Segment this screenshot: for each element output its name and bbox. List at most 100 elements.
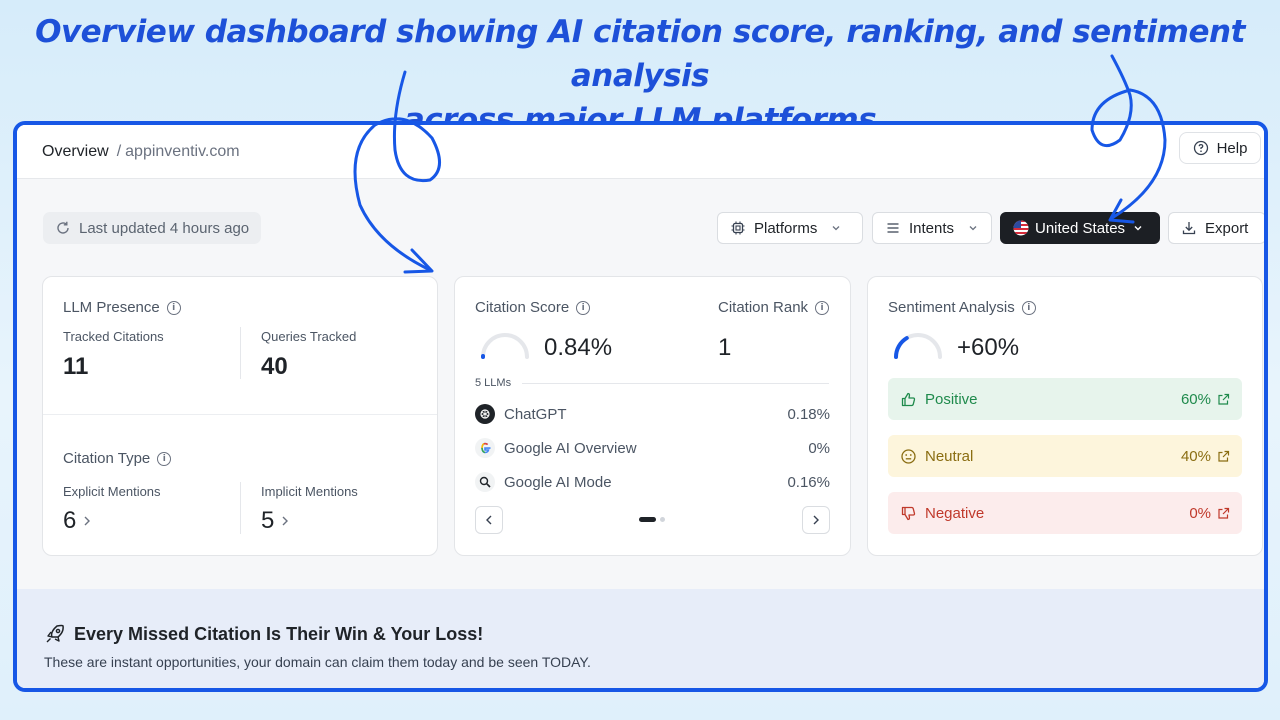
- sentiment-percent-text: 60%: [1180, 390, 1211, 408]
- chevron-right-icon: [84, 516, 91, 526]
- platform-value: 0.18%: [787, 405, 830, 423]
- citation-rank-title-text: Citation Rank: [718, 299, 809, 316]
- platform-value: 0%: [808, 439, 830, 457]
- intents-label: Intents: [909, 219, 955, 237]
- llm-count: 5 LLMs: [475, 377, 512, 389]
- thumbs-down-icon: [901, 506, 916, 520]
- info-icon[interactable]: i: [1021, 300, 1036, 315]
- platforms-label: Platforms: [754, 219, 818, 237]
- download-icon: [1182, 222, 1196, 235]
- external-link-icon[interactable]: [1217, 393, 1230, 406]
- export-label: Export: [1205, 219, 1249, 237]
- external-link-icon[interactable]: [1217, 450, 1230, 463]
- help-label: Help: [1216, 139, 1248, 157]
- breadcrumb-separator: /: [116, 142, 122, 160]
- citation-score-value: 0.84%: [544, 334, 613, 361]
- pagination-dot-active[interactable]: [639, 517, 656, 522]
- sentiment-percent: 60%: [1181, 391, 1230, 408]
- sentiment-title-text: Sentiment Analysis: [888, 299, 1015, 316]
- sentiment-row-neutral[interactable]: Neutral 40%: [888, 435, 1242, 477]
- divider: [522, 383, 829, 384]
- sentiment-percent: 40%: [1181, 448, 1230, 465]
- sentiment-row-negative[interactable]: Negative 0%: [888, 492, 1242, 534]
- google-icon: [475, 438, 495, 458]
- citation-score-gauge: [480, 333, 529, 359]
- explicit-mentions-link[interactable]: 6: [63, 507, 92, 535]
- list-icon: [887, 223, 899, 233]
- help-button[interactable]: Help: [1179, 132, 1261, 164]
- implicit-mentions-label: Implicit Mentions: [261, 484, 358, 499]
- divider: [240, 327, 241, 379]
- chatgpt-icon: [475, 404, 495, 424]
- sentiment-percent-text: 0%: [1189, 504, 1211, 522]
- country-dropdown[interactable]: United States: [1000, 212, 1160, 244]
- neutral-face-icon: [901, 448, 916, 464]
- explicit-mentions-label: Explicit Mentions: [63, 484, 161, 499]
- llm-presence-title: LLM Presence i: [63, 299, 181, 316]
- platform-row-google-ai-mode[interactable]: Google AI Mode 0.16%: [475, 470, 830, 494]
- platform-row-google-ai-overview[interactable]: Google AI Overview 0%: [475, 436, 830, 460]
- citation-type-title: Citation Type i: [63, 450, 172, 467]
- sentiment-label: Negative: [925, 504, 985, 522]
- breadcrumb-overview[interactable]: Overview: [42, 143, 109, 161]
- chevron-down-icon: [1134, 226, 1142, 231]
- last-updated-text: Last updated 4 hours ago: [79, 219, 250, 237]
- implicit-mentions-link[interactable]: 5: [261, 507, 290, 535]
- platform-name: Google AI Mode: [504, 473, 612, 491]
- banner-title: Every Missed Citation Is Their Win & You…: [44, 623, 483, 645]
- external-link-icon[interactable]: [1217, 507, 1230, 520]
- rocket-icon: [46, 624, 64, 643]
- divider: [43, 414, 437, 415]
- export-button[interactable]: Export: [1168, 212, 1264, 244]
- tracked-citations-value: 11: [63, 353, 89, 380]
- chevron-down-icon: [832, 226, 840, 231]
- prev-page-button[interactable]: [475, 506, 503, 534]
- chevron-down-icon: [969, 226, 977, 231]
- platform-name: Google AI Overview: [504, 439, 637, 457]
- citation-score-title-text: Citation Score: [475, 299, 570, 316]
- sentiment-percent: 0%: [1189, 505, 1230, 522]
- divider: [240, 482, 241, 534]
- info-icon[interactable]: i: [166, 300, 181, 315]
- country-label: United States: [1035, 219, 1126, 237]
- sentiment-percent-text: 40%: [1180, 447, 1211, 465]
- next-page-button[interactable]: [802, 506, 830, 534]
- banner-title-text: Every Missed Citation Is Their Win & You…: [74, 623, 484, 644]
- intents-dropdown[interactable]: Intents: [872, 212, 992, 244]
- queries-tracked-label: Queries Tracked: [261, 329, 357, 344]
- help-circle-icon: [1193, 140, 1208, 156]
- chip-icon: [731, 221, 745, 235]
- platform-name: ChatGPT: [504, 405, 567, 423]
- breadcrumb-domain: appinventiv.com: [125, 142, 240, 160]
- citation-score-title: Citation Score i: [475, 299, 591, 316]
- citation-type-title-text: Citation Type: [63, 450, 151, 467]
- implicit-mentions-value: 5: [261, 507, 275, 534]
- sentiment-row-positive[interactable]: Positive 60%: [888, 378, 1242, 420]
- last-updated-badge[interactable]: Last updated 4 hours ago: [43, 212, 262, 244]
- queries-tracked-value: 40: [261, 353, 288, 380]
- sentiment-label: Neutral: [925, 447, 974, 465]
- sentiment-value: +60%: [957, 334, 1020, 361]
- headline-line-1: Overview dashboard showing AI citation s…: [35, 14, 1245, 94]
- missed-citations-banner: Every Missed Citation Is Their Win & You…: [17, 589, 1264, 688]
- dashboard-frame: Overview / appinventiv.com Help Last upd…: [13, 121, 1268, 692]
- top-bar: Overview / appinventiv.com Help: [17, 125, 1264, 179]
- citation-rank-value: 1: [718, 334, 732, 361]
- info-icon[interactable]: i: [815, 300, 830, 315]
- platforms-dropdown[interactable]: Platforms: [717, 212, 863, 244]
- llm-presence-card: LLM Presence i Tracked Citations 11 Quer…: [42, 276, 438, 556]
- sentiment-label: Positive: [925, 390, 978, 408]
- citation-rank-title: Citation Rank i: [718, 299, 830, 316]
- llm-presence-title-text: LLM Presence: [63, 299, 160, 316]
- info-icon[interactable]: i: [157, 451, 172, 466]
- chevron-right-icon: [282, 516, 289, 526]
- info-icon[interactable]: i: [576, 300, 591, 315]
- sentiment-gauge: [894, 333, 942, 359]
- chevron-right-icon: [813, 515, 819, 525]
- platform-row-chatgpt[interactable]: ChatGPT 0.18%: [475, 402, 830, 426]
- pagination-dot[interactable]: [660, 517, 665, 522]
- banner-subtitle: These are instant opportunities, your do…: [44, 654, 591, 670]
- explicit-mentions-value: 6: [63, 507, 77, 534]
- sentiment-analysis-card: Sentiment Analysis i +60% Positive 60% N…: [867, 276, 1263, 556]
- overview-content: Last updated 4 hours ago Platforms Inten…: [17, 179, 1264, 589]
